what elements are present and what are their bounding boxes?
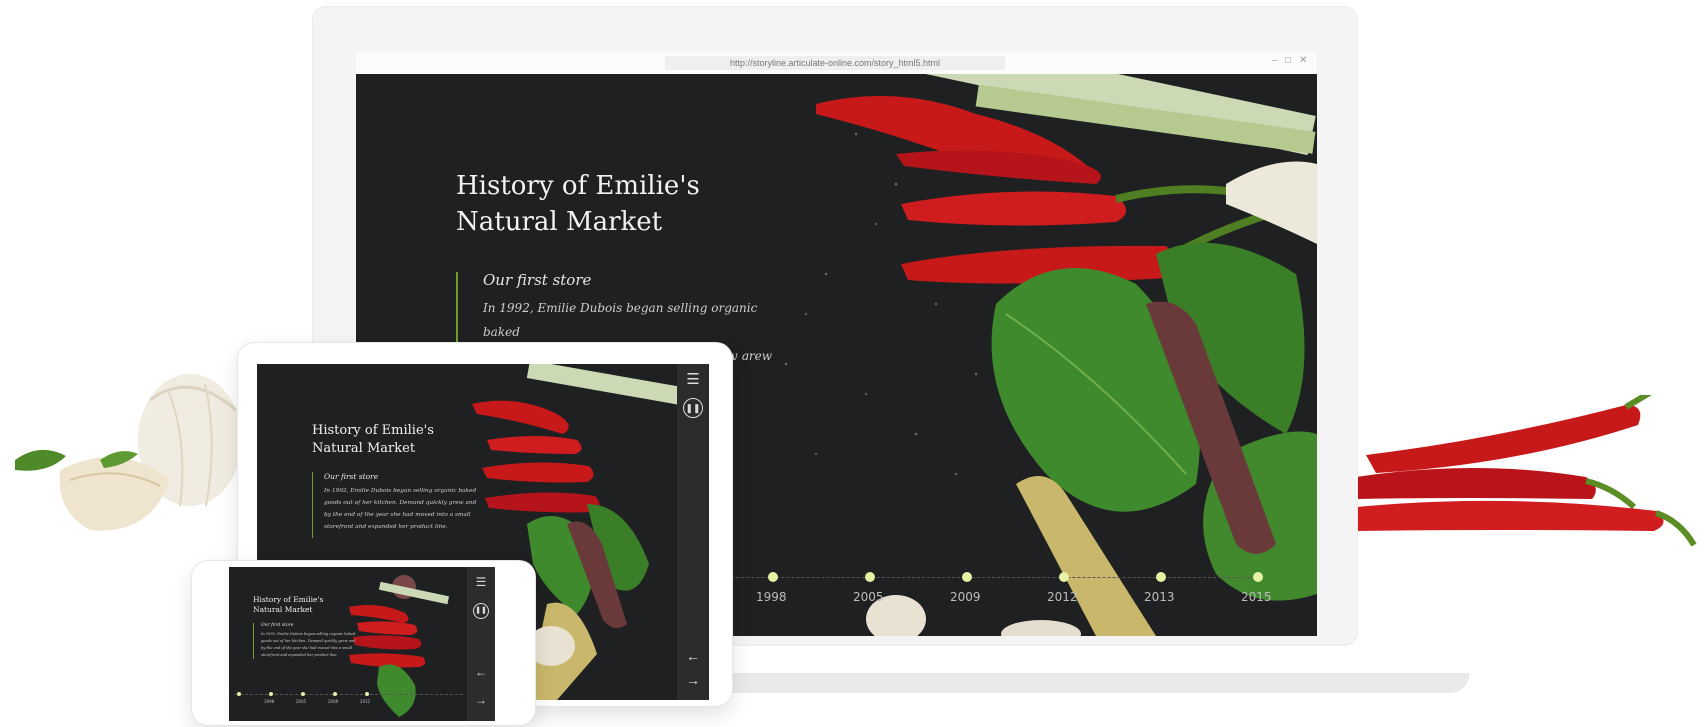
minimize-button[interactable]: – [1272, 55, 1278, 66]
body-line: by the end of the year she had moved int… [261, 646, 352, 650]
timeline-dot[interactable] [365, 692, 369, 696]
timeline-year[interactable]: 2012 [360, 699, 370, 704]
accent-bar [253, 623, 254, 659]
timeline-year[interactable]: 2005 [853, 590, 884, 604]
body-line: In 1992, Emilie Dubois began selling org… [483, 301, 758, 339]
address-bar[interactable]: http://storyline.articulate-online.com/s… [665, 56, 1005, 70]
chili-decoration [1356, 395, 1706, 570]
timeline-dot[interactable] [269, 692, 273, 696]
arrow-right-icon[interactable]: → [681, 672, 705, 688]
body-line: In 1992, Emilie Dubois began selling org… [324, 488, 477, 494]
timeline-dot[interactable] [301, 692, 305, 696]
title-line-1: History of Emilie's [312, 423, 434, 438]
timeline-year[interactable]: 2009 [950, 590, 981, 604]
phone-screen: ☰ ❚❚ ← → History of Emilie's Natural Mar… [229, 567, 495, 721]
body-line: storefront and expanded her product line… [324, 524, 448, 530]
arrow-right-icon[interactable]: → [469, 693, 493, 707]
pause-icon[interactable]: ❚❚ [683, 398, 703, 418]
hamburger-icon[interactable]: ☰ [681, 370, 705, 388]
laptop-base [690, 673, 1470, 693]
timeline-line [656, 577, 1256, 578]
close-button[interactable]: ✕ [1299, 55, 1307, 66]
timeline-dot[interactable] [1059, 572, 1069, 582]
title-line-2: Natural Market [456, 207, 663, 237]
title-line-2: Natural Market [312, 441, 416, 456]
timeline-year[interactable]: 2009 [328, 699, 338, 704]
timeline-dot[interactable] [962, 572, 972, 582]
arrow-left-icon[interactable]: ← [469, 665, 493, 679]
title-line-1: History of Emilie's [456, 171, 700, 201]
story-body: In 1992, Emilie Dubois began selling org… [261, 631, 361, 659]
timeline-year[interactable]: 2015 [1241, 590, 1272, 604]
timeline-year[interactable]: 2013 [1144, 590, 1175, 604]
body-line: In 1992, Emilie Dubois began selling org… [261, 632, 356, 636]
story-body: In 1992, Emilie Dubois began selling org… [324, 485, 484, 533]
timeline-year[interactable]: 2012 [1047, 590, 1078, 604]
story-title: History of Emilie's Natural Market [456, 168, 700, 240]
garlic-decoration [0, 360, 260, 560]
section-title: Our first store [324, 472, 379, 481]
timeline-dot[interactable] [1253, 572, 1263, 582]
timeline-year[interactable]: 1998 [756, 590, 787, 604]
timeline-dot[interactable] [768, 572, 778, 582]
pause-icon[interactable]: ❚❚ [473, 603, 489, 619]
timeline-year[interactable]: 2005 [296, 699, 306, 704]
timeline-dot[interactable] [865, 572, 875, 582]
timeline-dot[interactable] [237, 692, 241, 696]
section-title: Our first store [483, 271, 592, 289]
timeline-year[interactable]: 1998 [264, 699, 274, 704]
section-title: Our first store [261, 623, 294, 628]
story-title: History of Emilie's Natural Market [253, 595, 323, 615]
arrow-left-icon[interactable]: ← [681, 648, 705, 664]
title-line-1: History of Emilie's [253, 595, 324, 604]
story-title: History of Emilie's Natural Market [312, 422, 434, 458]
hamburger-icon[interactable]: ☰ [469, 575, 493, 589]
body-line: goods out of her kitchen. Demand quickly… [324, 500, 477, 506]
body-line: by the end of the year she had moved int… [324, 512, 471, 518]
body-line: goods out of her kitchen. Demand quickly… [261, 639, 356, 643]
body-line: storefront and expanded her product line… [261, 653, 338, 657]
timeline-dot[interactable] [333, 692, 337, 696]
accent-bar [312, 472, 313, 538]
maximize-button[interactable]: □ [1285, 55, 1291, 66]
title-line-2: Natural Market [253, 605, 313, 614]
timeline-dot[interactable] [1156, 572, 1166, 582]
